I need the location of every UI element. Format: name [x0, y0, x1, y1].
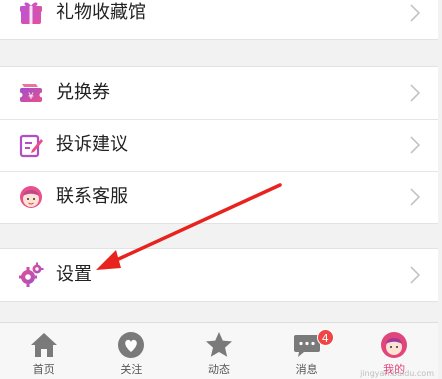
menu-item-settings[interactable]: 设置: [0, 249, 438, 301]
heart-icon: [118, 332, 145, 358]
star-icon: [205, 332, 232, 357]
watermark-text: jingyan.baidu.com: [360, 369, 434, 378]
gear-icon: [19, 262, 44, 287]
menu-label-coupon: 兑换券: [56, 82, 110, 103]
chevron-right-icon: [410, 188, 420, 206]
messages-badge: 4: [316, 329, 334, 346]
gift-icon: [20, 2, 42, 24]
home-icon: [30, 333, 57, 357]
menu-label-settings: 设置: [56, 264, 92, 285]
chevron-right-icon: [410, 266, 420, 284]
avatar-headset-icon: [20, 186, 42, 208]
menu-item-customer-service[interactable]: 联系客服: [0, 171, 438, 223]
menu-group-services: ¥ 兑换券 投诉建议 联系客服: [0, 66, 438, 224]
tab-feed[interactable]: 动态: [175, 323, 263, 379]
menu-label-gift: 礼物收藏馆: [56, 2, 146, 23]
menu-item-coupon[interactable]: ¥ 兑换券: [0, 67, 438, 119]
tab-label-follow: 关注: [120, 363, 143, 376]
tab-label-feed: 动态: [207, 363, 230, 376]
chevron-right-icon: [410, 136, 420, 154]
chevron-right-icon: [410, 84, 420, 102]
svg-text:¥: ¥: [28, 92, 34, 102]
tab-messages[interactable]: 消息 4: [263, 323, 351, 379]
menu-item-gift-collection[interactable]: 礼物收藏馆: [0, 0, 438, 39]
tab-follow[interactable]: 关注: [88, 323, 176, 379]
tab-label-messages: 消息: [295, 363, 318, 376]
pen-note-icon: [19, 134, 43, 158]
menu-label-service: 联系客服: [56, 186, 128, 207]
menu-item-feedback[interactable]: 投诉建议: [0, 119, 438, 171]
user-avatar-icon: [381, 332, 408, 358]
tab-home[interactable]: 首页: [0, 323, 88, 379]
chevron-right-icon: [410, 4, 420, 22]
menu-group-gift: 礼物收藏馆: [0, 0, 438, 40]
menu-label-feedback: 投诉建议: [56, 134, 128, 155]
bottom-tab-bar: 首页 关注 动态 消息 4 我的 jingyan.baidu.com: [0, 322, 438, 379]
menu-group-settings: 设置: [0, 248, 438, 302]
coupon-icon: ¥: [18, 84, 44, 102]
tab-label-home: 首页: [32, 363, 55, 376]
